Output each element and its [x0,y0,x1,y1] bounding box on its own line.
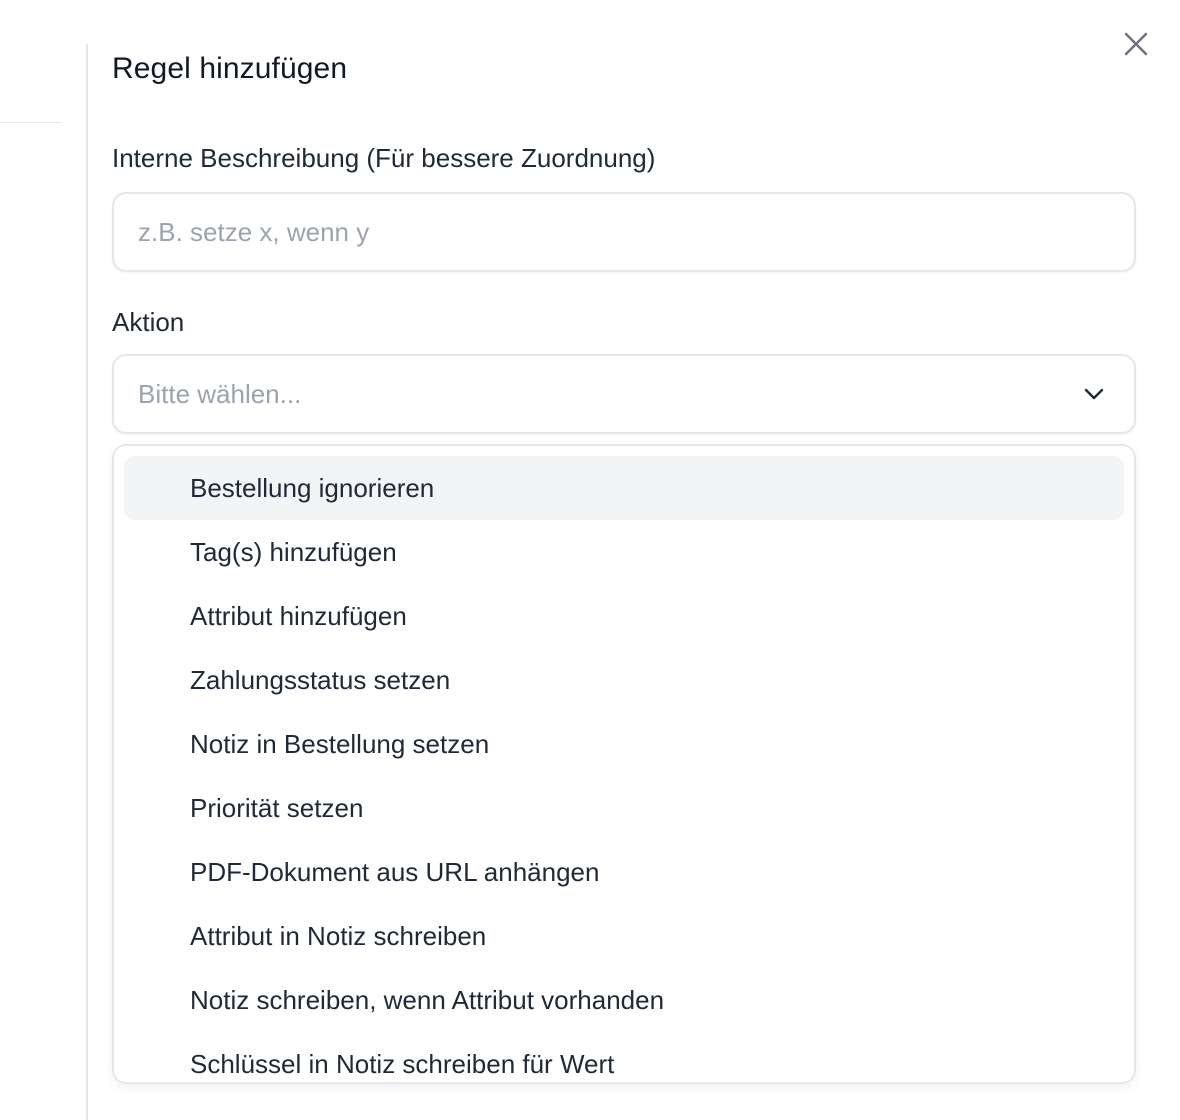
action-select[interactable]: Bitte wählen... [112,354,1136,434]
background-divider [0,122,62,123]
action-option-key-to-note-for-value[interactable]: Schlüssel in Notiz schreiben für Wert [124,1032,1124,1082]
chevron-down-icon [1080,380,1108,408]
panel-title: Regel hinzufügen [112,52,348,85]
action-select-placeholder: Bitte wählen... [138,378,302,409]
action-option-ignore-order[interactable]: Bestellung ignorieren [124,456,1124,520]
action-option-note-if-attribute[interactable]: Notiz schreiben, wenn Attribut vorhanden [124,968,1124,1032]
action-option-add-tags[interactable]: Tag(s) hinzufügen [124,520,1124,584]
page: Regel hinzufügen Interne Beschreibung (F… [0,0,1180,1120]
panel-left-border [86,44,88,1120]
action-option-add-attribute[interactable]: Attribut hinzufügen [124,584,1124,648]
action-option-set-order-note[interactable]: Notiz in Bestellung setzen [124,712,1124,776]
action-option-set-payment-status[interactable]: Zahlungsstatus setzen [124,648,1124,712]
action-option-set-priority[interactable]: Priorität setzen [124,776,1124,840]
add-rule-panel: Regel hinzufügen Interne Beschreibung (F… [112,0,1136,1120]
description-label: Interne Beschreibung (Für bessere Zuordn… [112,143,656,173]
action-option-attach-pdf-url[interactable]: PDF-Dokument aus URL anhängen [124,840,1124,904]
description-input[interactable] [112,192,1136,272]
action-options-list: Bestellung ignorieren Tag(s) hinzufügen … [112,444,1136,1084]
action-option-attribute-to-note[interactable]: Attribut in Notiz schreiben [124,904,1124,968]
action-label: Aktion [112,307,185,337]
